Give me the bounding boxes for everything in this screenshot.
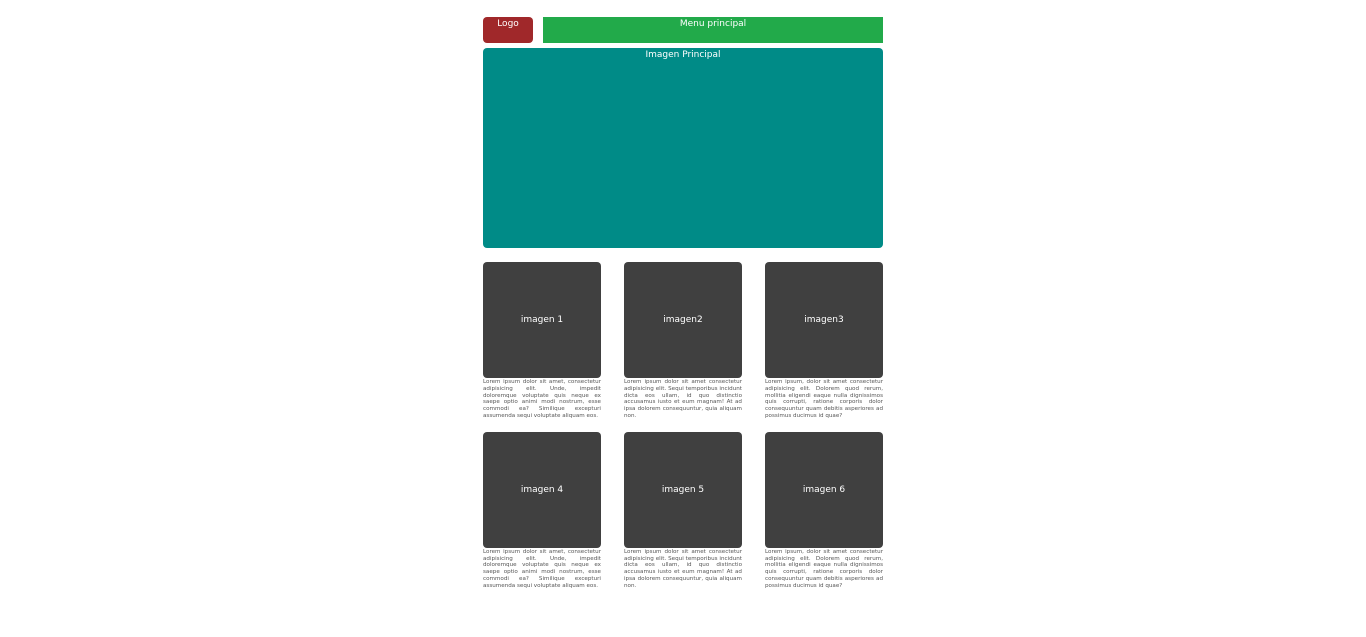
main-image: Imagen Principal xyxy=(483,48,883,248)
card-2: imagen2 Lorem ipsum dolor sit amet conse… xyxy=(624,262,742,420)
card-text-2: Lorem ipsum dolor sit amet consectetur a… xyxy=(624,379,742,419)
main-menu[interactable]: Menu principal xyxy=(543,17,883,43)
page-container: Logo Menu principal Imagen Principal ima… xyxy=(483,0,883,590)
card-image-5[interactable]: imagen 5 xyxy=(624,431,742,548)
card-image-3[interactable]: imagen3 xyxy=(765,262,883,378)
card-6: imagen 6 Lorem ipsum, dolor sit amet con… xyxy=(765,431,883,590)
card-text-4: Lorem ipsum dolor sit amet, consectetur … xyxy=(483,548,601,589)
card-image-6[interactable]: imagen 6 xyxy=(765,431,883,548)
card-image-1[interactable]: imagen 1 xyxy=(483,262,601,378)
card-1: imagen 1 Lorem ipsum dolor sit amet, con… xyxy=(483,262,601,420)
card-3: imagen3 Lorem ipsum, dolor sit amet cons… xyxy=(765,262,883,420)
card-image-2[interactable]: imagen2 xyxy=(624,262,742,378)
card-image-4[interactable]: imagen 4 xyxy=(483,431,601,548)
header: Logo Menu principal xyxy=(483,17,883,43)
card-4: imagen 4 Lorem ipsum dolor sit amet, con… xyxy=(483,431,601,590)
logo[interactable]: Logo xyxy=(483,17,533,43)
card-text-5: Lorem ipsum dolor sit amet consectetur a… xyxy=(624,548,742,589)
card-text-6: Lorem ipsum, dolor sit amet consectetur … xyxy=(765,548,883,589)
card-text-1: Lorem ipsum dolor sit amet, consectetur … xyxy=(483,379,601,419)
card-5: imagen 5 Lorem ipsum dolor sit amet cons… xyxy=(624,431,742,590)
card-text-3: Lorem ipsum, dolor sit amet consectetur … xyxy=(765,379,883,419)
image-grid: imagen 1 Lorem ipsum dolor sit amet, con… xyxy=(483,262,883,590)
